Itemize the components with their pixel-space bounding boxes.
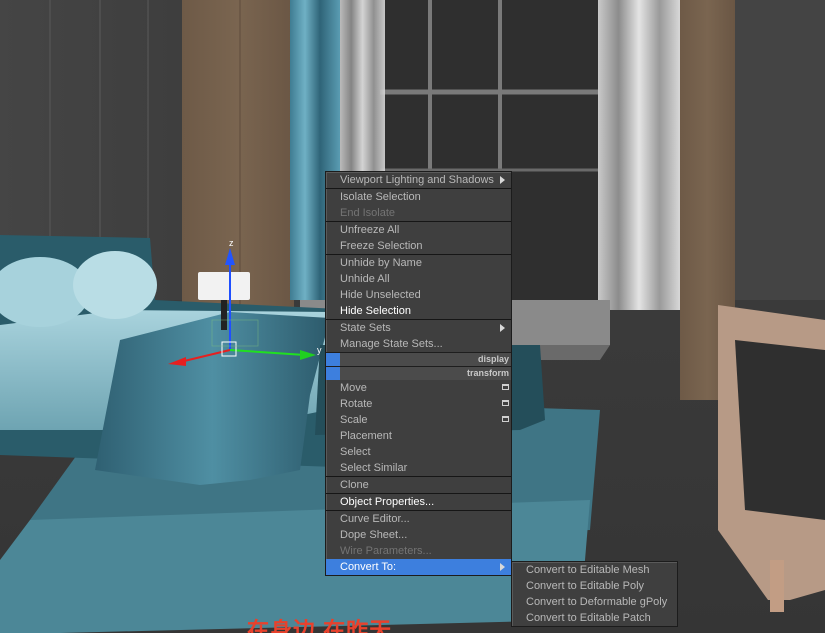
menu-item-state-sets[interactable]: State Sets bbox=[326, 320, 511, 336]
menu-item-clone[interactable]: Clone bbox=[326, 477, 511, 493]
menu-item-label: Unhide All bbox=[340, 273, 390, 285]
menu-item-label: Hide Unselected bbox=[340, 289, 421, 301]
menu-item-label: Viewport Lighting and Shadows bbox=[340, 174, 494, 186]
menu-item-end-isolate: End Isolate bbox=[326, 205, 511, 221]
menu-item-label: Isolate Selection bbox=[340, 191, 421, 203]
menu-item-label: Curve Editor... bbox=[340, 513, 410, 525]
submenu-item-label: Convert to Deformable gPoly bbox=[526, 596, 668, 608]
settings-box-icon[interactable] bbox=[502, 400, 509, 406]
menu-item-freeze-selection[interactable]: Freeze Selection bbox=[326, 238, 511, 254]
menu-item-label: Scale bbox=[340, 414, 368, 426]
quad-context-menu: Viewport Lighting and Shadows Isolate Sel… bbox=[325, 171, 512, 576]
menu-item-label: Object Properties... bbox=[340, 496, 435, 508]
menu-item-label: State Sets bbox=[340, 322, 391, 334]
settings-box-icon[interactable] bbox=[502, 416, 509, 422]
menu-item-label: Wire Parameters... bbox=[340, 545, 432, 557]
menu-item-move[interactable]: Move bbox=[326, 380, 511, 396]
menu-item-rotate[interactable]: Rotate bbox=[326, 396, 511, 412]
submenu-item-label: Convert to Editable Poly bbox=[526, 580, 645, 592]
axis-label-z: z bbox=[229, 238, 234, 248]
menu-item-wire-parameters: Wire Parameters... bbox=[326, 543, 511, 559]
menu-item-viewport-lighting-and-shadows[interactable]: Viewport Lighting and Shadows bbox=[326, 172, 511, 188]
submenu-arrow-icon bbox=[500, 563, 505, 571]
menu-item-manage-state-sets[interactable]: Manage State Sets... bbox=[326, 336, 511, 352]
menu-item-label: End Isolate bbox=[340, 207, 396, 219]
menu-item-select-similar[interactable]: Select Similar bbox=[326, 460, 511, 476]
submenu-arrow-icon bbox=[500, 176, 505, 184]
menu-item-select[interactable]: Select bbox=[326, 444, 511, 460]
menu-header-label: display bbox=[477, 354, 509, 364]
menu-item-label: Select Similar bbox=[340, 462, 408, 474]
submenu-item-label: Convert to Editable Mesh bbox=[526, 564, 650, 576]
menu-item-label: Dope Sheet... bbox=[340, 529, 408, 541]
submenu-arrow-icon bbox=[500, 324, 505, 332]
menu-item-hide-selection[interactable]: Hide Selection bbox=[326, 303, 511, 319]
video-subtitle: 在身边 在昨天 bbox=[247, 618, 393, 633]
menu-item-label: Placement bbox=[340, 430, 392, 442]
menu-item-label: Convert To: bbox=[340, 561, 397, 573]
menu-item-label: Unhide by Name bbox=[340, 257, 422, 269]
menu-item-convert-to[interactable]: Convert To: bbox=[326, 559, 511, 575]
submenu-item-label: Convert to Editable Patch bbox=[526, 612, 651, 624]
menu-item-object-properties[interactable]: Object Properties... bbox=[326, 494, 511, 510]
menu-header-label: transform bbox=[466, 368, 509, 378]
convert-to-submenu: Convert to Editable Mesh Convert to Edita… bbox=[511, 561, 678, 627]
menu-item-unhide-by-name[interactable]: Unhide by Name bbox=[326, 255, 511, 271]
menu-item-label: Clone bbox=[340, 479, 369, 491]
quad-indicator bbox=[326, 353, 340, 366]
axis-label-y: y bbox=[317, 345, 322, 355]
submenu-item-convert-to-editable-mesh[interactable]: Convert to Editable Mesh bbox=[512, 562, 677, 578]
viewport-perspective[interactable]: z y Viewport Lighting and Shadows Isolate… bbox=[0, 0, 825, 633]
menu-item-label: Unfreeze All bbox=[340, 224, 400, 236]
menu-item-label: Manage State Sets... bbox=[340, 338, 443, 350]
menu-item-label: Freeze Selection bbox=[340, 240, 423, 252]
menu-header-transform: transform bbox=[326, 366, 511, 380]
menu-item-placement[interactable]: Placement bbox=[326, 428, 511, 444]
menu-item-label: Rotate bbox=[340, 398, 373, 410]
submenu-item-convert-to-deformable-gpoly[interactable]: Convert to Deformable gPoly bbox=[512, 594, 677, 610]
quad-indicator bbox=[326, 367, 340, 380]
submenu-item-convert-to-editable-patch[interactable]: Convert to Editable Patch bbox=[512, 610, 677, 626]
menu-item-label: Select bbox=[340, 446, 371, 458]
menu-header-display: display bbox=[326, 352, 511, 366]
menu-item-hide-unselected[interactable]: Hide Unselected bbox=[326, 287, 511, 303]
menu-item-unfreeze-all[interactable]: Unfreeze All bbox=[326, 222, 511, 238]
menu-item-dope-sheet[interactable]: Dope Sheet... bbox=[326, 527, 511, 543]
submenu-item-convert-to-editable-poly[interactable]: Convert to Editable Poly bbox=[512, 578, 677, 594]
menu-item-scale[interactable]: Scale bbox=[326, 412, 511, 428]
menu-item-label: Hide Selection bbox=[340, 305, 411, 317]
menu-item-label: Move bbox=[340, 382, 367, 394]
menu-item-unhide-all[interactable]: Unhide All bbox=[326, 271, 511, 287]
menu-item-curve-editor[interactable]: Curve Editor... bbox=[326, 511, 511, 527]
menu-item-isolate-selection[interactable]: Isolate Selection bbox=[326, 189, 511, 205]
settings-box-icon[interactable] bbox=[502, 384, 509, 390]
